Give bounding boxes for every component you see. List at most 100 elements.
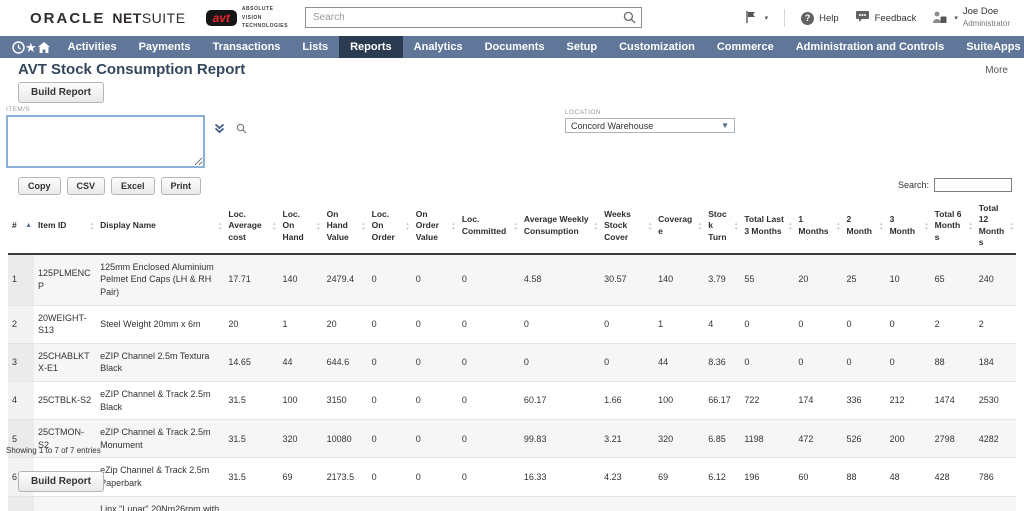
data-cell: 60: [794, 458, 842, 496]
avt-logo-badge: avt: [206, 10, 237, 26]
expand-items-icon[interactable]: [214, 121, 225, 139]
location-filter-field: LOCATION Concord Warehouse ▼: [565, 109, 735, 133]
data-cell: 31.5: [224, 382, 278, 420]
data-cell: 0: [458, 382, 520, 420]
home-icon[interactable]: [37, 36, 51, 58]
data-cell: 0: [368, 420, 412, 458]
column-header-loc-on-order[interactable]: Loc. On Order▲▼: [368, 199, 412, 254]
nav-item-setup[interactable]: Setup: [556, 36, 609, 58]
shortcuts-star-icon[interactable]: ★: [25, 36, 37, 58]
table-row: 1125PLMENCP125mm Enclosed Aluminium Pelm…: [8, 254, 1016, 305]
nav-item-commerce[interactable]: Commerce: [706, 36, 785, 58]
data-cell: 69: [654, 458, 704, 496]
table-row: 325CHABLKTX-E1eZIP Channel 2.5m Textura …: [8, 343, 1016, 381]
export-csv-button[interactable]: CSV: [67, 177, 106, 195]
location-select[interactable]: Concord Warehouse ▼: [565, 118, 735, 133]
column-header-label: 1 Months: [798, 214, 828, 235]
nav-item-reports[interactable]: Reports: [339, 36, 403, 58]
table-status-text: Showing 1 to 7 of 7 entries: [6, 446, 101, 455]
data-cell: 320: [279, 420, 323, 458]
recent-records-icon[interactable]: [12, 36, 25, 58]
column-header-loc-on-hand[interactable]: Loc. On Hand▲▼: [279, 199, 323, 254]
data-cell: 184: [975, 343, 1016, 381]
user-menu[interactable]: ▾ Joe Doe Administrator: [932, 6, 1010, 30]
data-cell: 140: [654, 254, 704, 305]
user-icon: [932, 10, 947, 27]
nav-item-transactions[interactable]: Transactions: [202, 36, 292, 58]
build-report-button-bottom[interactable]: Build Report: [18, 471, 104, 492]
column-header-label: Loc. On Hand: [283, 209, 304, 242]
sort-both-icon: ▲▼: [836, 221, 840, 231]
help-menu[interactable]: ? Help: [801, 12, 839, 25]
nav-item-customization[interactable]: Customization: [608, 36, 706, 58]
column-header-display-name[interactable]: Display Name▲▼: [96, 199, 224, 254]
data-cell: 212: [886, 382, 931, 420]
column-header-1-months[interactable]: 1 Months ▲▼: [794, 199, 842, 254]
column-header-total-12-months[interactable]: Total 12 Months▲▼: [975, 199, 1016, 254]
nav-item-suiteapps[interactable]: SuiteApps: [955, 36, 1024, 58]
data-cell: 0: [458, 305, 520, 343]
oracle-wordmark: ORACLE: [30, 10, 105, 27]
data-cell: 0: [843, 343, 886, 381]
data-cell: 20: [323, 305, 368, 343]
feedback-icon: [855, 10, 870, 26]
data-cell: 120: [886, 496, 931, 511]
data-cell: 0: [600, 305, 654, 343]
column-header-label: Item ID: [38, 220, 66, 230]
nav-item-activities[interactable]: Activities: [57, 36, 128, 58]
column-header-average-weekly-consumption[interactable]: Average Weekly Consumption▲▼: [520, 199, 600, 254]
column-header-stock-turn[interactable]: Stock Turn▲▼: [704, 199, 740, 254]
nav-item-payments[interactable]: Payments: [128, 36, 202, 58]
column-header-total-6-months[interactable]: Total 6 Months▲▼: [931, 199, 975, 254]
user-role: Administrator: [963, 19, 1010, 28]
column-header-label: Stock Turn: [708, 209, 726, 242]
column-header-on-order-value[interactable]: On Order Value▲▼: [412, 199, 458, 254]
data-cell: 174: [794, 382, 842, 420]
column-header-coverage[interactable]: Coverage▲▼: [654, 199, 704, 254]
create-new-menu[interactable]: ▾: [744, 10, 769, 27]
feedback-menu[interactable]: Feedback: [855, 10, 917, 26]
data-cell: 20: [794, 254, 842, 305]
nav-item-lists[interactable]: Lists: [291, 36, 339, 58]
column-header-weeks-stock-cover[interactable]: Weeks Stock Cover▲▼: [600, 199, 654, 254]
column-header-[interactable]: #▲: [8, 199, 34, 254]
build-report-button-top[interactable]: Build Report: [18, 82, 104, 103]
column-header-2-month[interactable]: 2 Month▲▼: [843, 199, 886, 254]
sort-both-icon: ▲▼: [218, 221, 222, 231]
items-input[interactable]: [6, 115, 205, 168]
nav-item-administration-and-controls[interactable]: Administration and Controls: [785, 36, 956, 58]
sort-ascending-icon: ▲: [25, 222, 32, 230]
nav-item-documents[interactable]: Documents: [474, 36, 556, 58]
table-search-input[interactable]: [934, 178, 1012, 192]
column-header-label: Loc. Committed: [462, 214, 506, 235]
column-header-total-last-3-months[interactable]: Total Last 3 Months▲▼: [740, 199, 794, 254]
item-search-icon[interactable]: [236, 121, 247, 139]
data-cell: 1: [279, 305, 323, 343]
table-header-row: #▲Item ID▲▼Display Name▲▼Loc. Average co…: [8, 199, 1016, 254]
column-header-item-id[interactable]: Item ID▲▼: [34, 199, 96, 254]
column-header-3-month[interactable]: 3 Month▲▼: [886, 199, 931, 254]
data-cell: 25: [843, 254, 886, 305]
data-cell: 0: [368, 254, 412, 305]
global-search-input[interactable]: [305, 7, 642, 28]
nav-item-analytics[interactable]: Analytics: [403, 36, 474, 58]
data-cell: 99.83: [520, 420, 600, 458]
data-cell: 16.33: [520, 458, 600, 496]
more-link[interactable]: More: [985, 65, 1008, 76]
column-header-loc-committed[interactable]: Loc. Committed▲▼: [458, 199, 520, 254]
data-cell: 0: [368, 458, 412, 496]
data-cell: 2: [931, 305, 975, 343]
export-excel-button[interactable]: Excel: [111, 177, 155, 195]
create-new-icon: [744, 10, 758, 27]
column-header-on-hand-value[interactable]: On Hand Value▲▼: [323, 199, 368, 254]
column-header-loc-average-cost[interactable]: Loc. Average cost▲▼: [224, 199, 278, 254]
netsuite-wordmark-net: NET: [112, 10, 142, 26]
data-cell: 2: [975, 305, 1016, 343]
sort-both-icon: ▲▼: [968, 221, 972, 231]
location-selected-value: Concord Warehouse: [571, 121, 653, 131]
export-copy-button[interactable]: Copy: [18, 177, 61, 195]
data-cell: 69: [279, 458, 323, 496]
export-print-button[interactable]: Print: [161, 177, 202, 195]
data-cell: 14.65: [224, 343, 278, 381]
data-cell: 526: [843, 420, 886, 458]
